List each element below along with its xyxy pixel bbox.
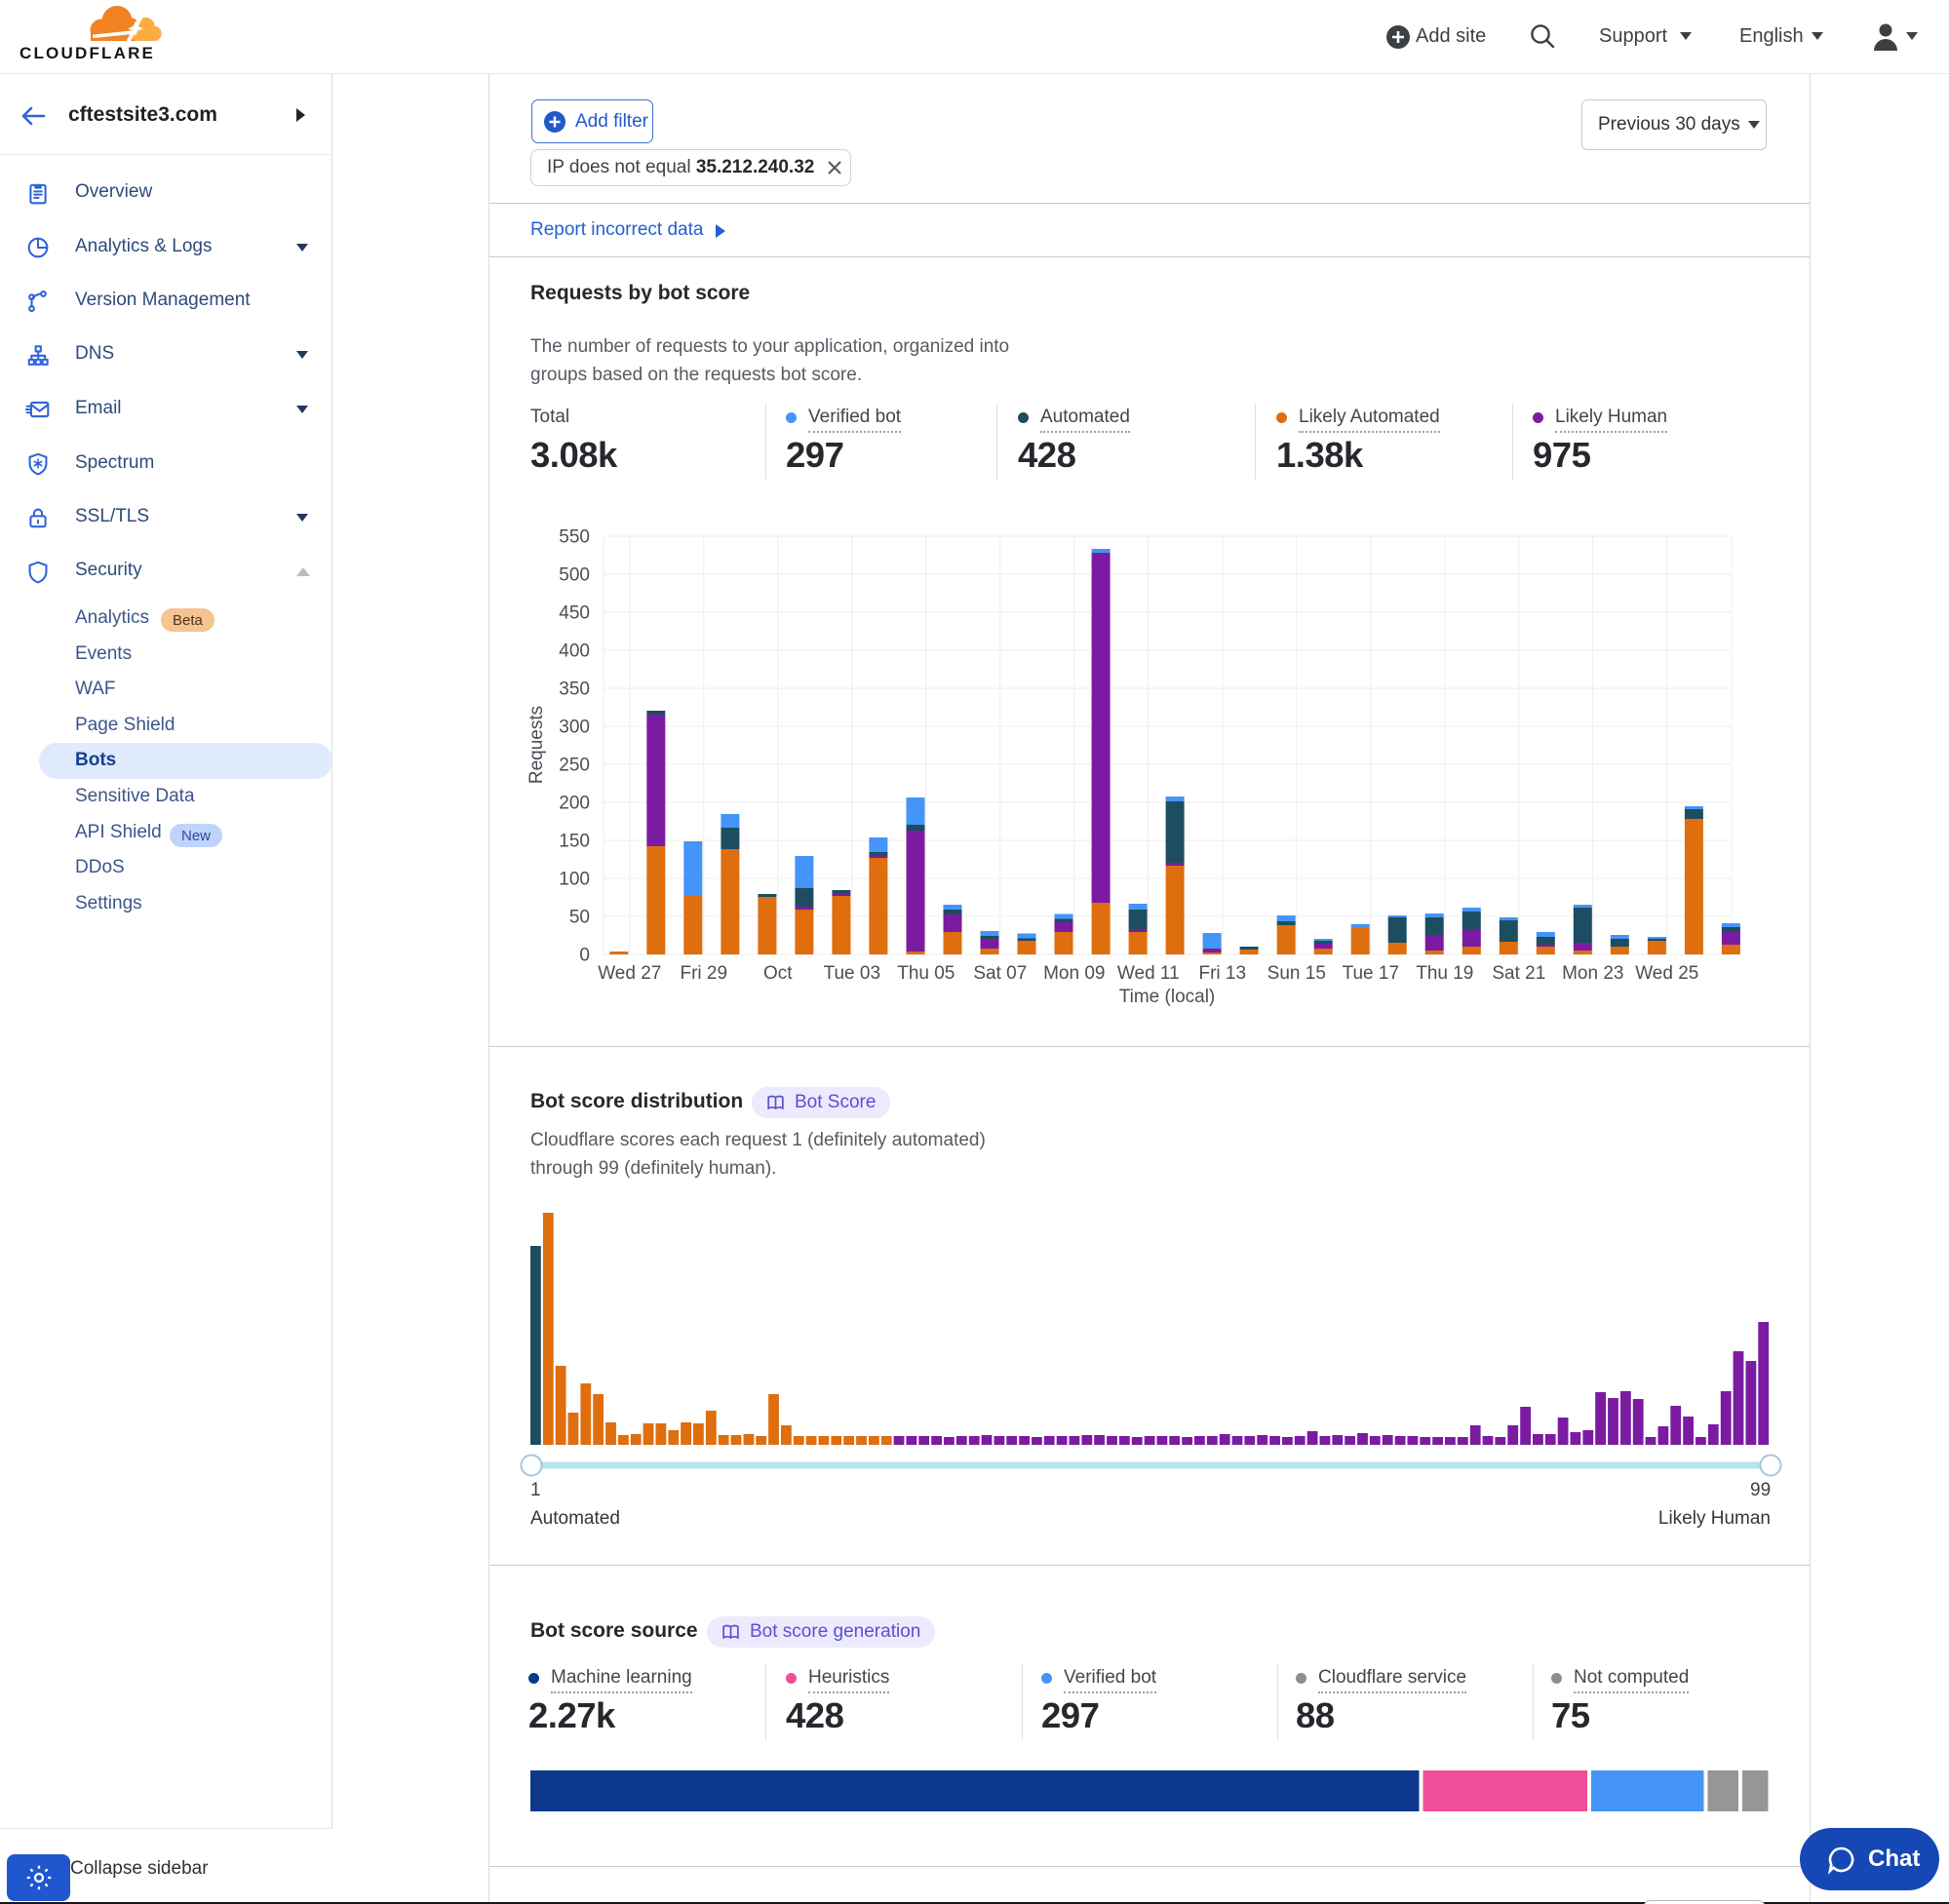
svg-text:350: 350 (559, 680, 590, 700)
svg-text:Fri 13: Fri 13 (1199, 963, 1247, 984)
svg-text:550: 550 (559, 527, 590, 548)
svg-text:Oct: Oct (763, 963, 793, 984)
svg-text:Requests: Requests (526, 706, 547, 784)
svg-text:Tue 17: Tue 17 (1343, 963, 1399, 984)
svg-text:300: 300 (559, 718, 590, 738)
svg-text:Mon 09: Mon 09 (1043, 963, 1105, 984)
svg-text:Sun 15: Sun 15 (1267, 963, 1326, 984)
svg-text:Mon 23: Mon 23 (1562, 963, 1623, 984)
svg-text:100: 100 (559, 870, 590, 890)
svg-text:Fri 29: Fri 29 (681, 963, 728, 984)
svg-text:250: 250 (559, 756, 590, 776)
svg-text:500: 500 (559, 565, 590, 586)
svg-text:50: 50 (569, 908, 590, 928)
svg-text:450: 450 (559, 603, 590, 624)
svg-text:200: 200 (559, 794, 590, 814)
svg-text:Wed 11: Wed 11 (1117, 963, 1180, 984)
svg-text:Sat 07: Sat 07 (973, 963, 1027, 984)
svg-text:Thu 05: Thu 05 (897, 963, 955, 984)
svg-text:Sat 21: Sat 21 (1492, 963, 1545, 984)
svg-text:Tue 03: Tue 03 (824, 963, 880, 984)
svg-text:Wed 27: Wed 27 (598, 963, 661, 984)
svg-text:Wed 25: Wed 25 (1635, 963, 1698, 984)
svg-text:150: 150 (559, 832, 590, 852)
svg-text:Thu 19: Thu 19 (1416, 963, 1473, 984)
svg-text:400: 400 (559, 641, 590, 662)
svg-text:Time (local): Time (local) (1119, 987, 1216, 1007)
svg-text:0: 0 (579, 946, 590, 966)
